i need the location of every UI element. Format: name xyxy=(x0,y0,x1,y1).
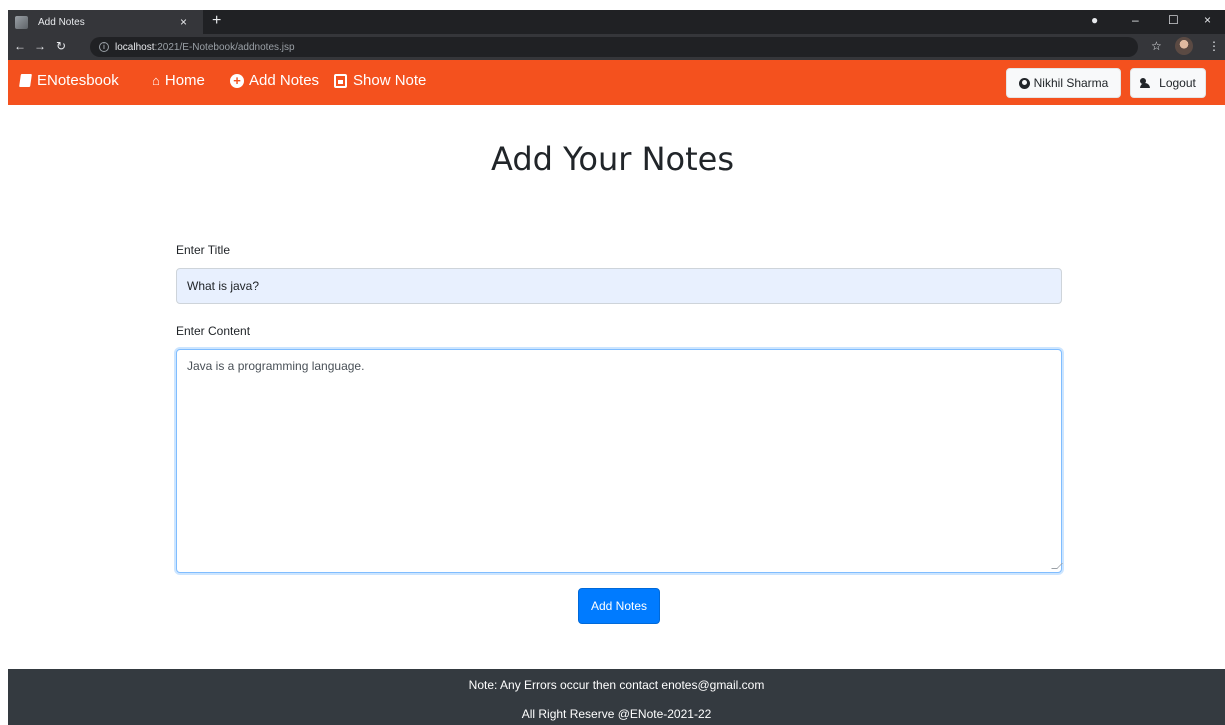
new-tab-button[interactable]: + xyxy=(212,12,221,30)
logout-label: Logout xyxy=(1159,76,1196,90)
menu-kebab-icon[interactable]: ⋮ xyxy=(1208,39,1220,53)
close-window-button[interactable]: × xyxy=(1204,13,1211,27)
nav-show-note[interactable]: Show Note xyxy=(334,72,426,89)
bookmark-star-icon[interactable]: ☆ xyxy=(1151,39,1162,53)
url-host: localhost xyxy=(115,41,155,53)
tab-close-icon[interactable]: × xyxy=(180,15,187,29)
content-textarea[interactable]: Java is a programming language. xyxy=(176,349,1062,573)
user-circle-icon xyxy=(1018,77,1030,89)
footer-note: Note: Any Errors occur then contact enot… xyxy=(468,678,765,692)
record-icon[interactable]: ● xyxy=(1091,13,1098,27)
brand-link[interactable]: ENotesbook xyxy=(19,72,119,89)
browser-toolbar: ← → ↻ i localhost:2021/E-Notebook/addnot… xyxy=(8,34,1225,60)
reload-icon[interactable]: ↻ xyxy=(56,39,66,53)
footer: Note: Any Errors occur then contact enot… xyxy=(8,669,1225,725)
browser-tab[interactable]: Add Notes × xyxy=(8,10,203,34)
footer-rights: All Right Reserve @ENote-2021-22 xyxy=(521,707,712,721)
nav-add-notes-label: Add Notes xyxy=(249,72,320,89)
user-logout-icon xyxy=(1140,78,1155,88)
logout-button[interactable]: Logout xyxy=(1130,68,1206,98)
profile-avatar[interactable] xyxy=(1175,37,1193,55)
brand-label: ENotesbook xyxy=(37,72,119,89)
tab-title: Add Notes xyxy=(38,16,85,28)
minimize-button[interactable]: – xyxy=(1132,13,1139,27)
maximize-button[interactable]: ☐ xyxy=(1168,13,1179,27)
tab-strip: Add Notes × + ● – ☐ × xyxy=(8,10,1225,34)
title-input[interactable] xyxy=(176,268,1062,304)
book-icon xyxy=(19,74,32,87)
title-label: Enter Title xyxy=(176,243,231,257)
back-icon[interactable]: ← xyxy=(14,39,26,53)
plus-circle-icon: + xyxy=(230,73,244,88)
forward-icon[interactable]: → xyxy=(34,39,46,53)
url-path: :2021/E-Notebook/addnotes.jsp xyxy=(154,41,295,53)
user-profile-button[interactable]: Nikhil Sharma xyxy=(1006,68,1121,98)
note-icon xyxy=(334,73,347,88)
nav-home-label: Home xyxy=(164,72,205,89)
favicon-icon xyxy=(15,15,28,29)
content-label: Enter Content xyxy=(176,324,251,338)
nav-show-note-label: Show Note xyxy=(353,72,427,89)
home-icon: ⌂ xyxy=(152,73,160,88)
nav-add-notes[interactable]: + Add Notes xyxy=(230,72,319,89)
page-title: Add Your Notes xyxy=(490,140,735,178)
app-navbar: ENotesbook ⌂ Home + Add Notes Show Note … xyxy=(8,60,1225,105)
nav-home[interactable]: ⌂ Home xyxy=(152,72,205,89)
address-bar[interactable]: i localhost:2021/E-Notebook/addnotes.jsp xyxy=(90,37,1138,57)
info-icon[interactable]: i xyxy=(99,42,109,52)
add-notes-button[interactable]: Add Notes xyxy=(578,588,660,624)
user-name: Nikhil Sharma xyxy=(1033,76,1109,90)
